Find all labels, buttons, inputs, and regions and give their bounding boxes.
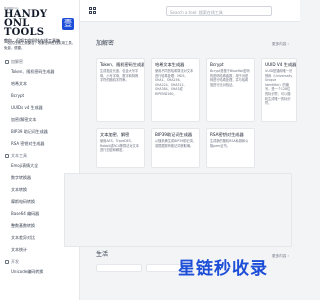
tool-card-title: RSA密钥对生成器 <box>210 132 244 137</box>
sidebar-group[interactable]: 文本工具 <box>0 152 79 160</box>
sidebar-item[interactable]: RSA 密钥对生成器 <box>0 138 79 150</box>
tool-card-title: 哈希文本生成器 <box>155 62 185 67</box>
tool-card-description: 生成新的随机RSA私钥和公钥pem证书。 <box>210 139 249 148</box>
tool-card-description: 生成指定长度、包含大写字母、小写字母、数字和特殊字符的随机字符串。 <box>100 69 139 83</box>
sidebar-item[interactable]: Bcrypt <box>0 90 79 102</box>
sidebar-item-label: Token、随机密码生成器 <box>11 69 55 74</box>
sidebar-item[interactable]: Unicode编码转换 <box>0 266 79 278</box>
sidebar-item-label: 数字转换器 <box>11 175 31 180</box>
tool-card[interactable]: BIP39助记词生成器从随机熵生成BIP39助记词，或根据现有助记词获取熵。 <box>151 128 200 168</box>
tool-card-description: 使用AES、TripleDES、Rabbit或RC4等算法对文本进行加密和解密。 <box>100 139 139 153</box>
logo[interactable]: HANDY.cn HANDY ONL TOOLS 教你，但努力你科技在线工具箱 … <box>4 6 76 43</box>
life-card[interactable] <box>96 264 142 272</box>
top-bar <box>80 0 300 22</box>
tool-card[interactable]: Bcrypt Bcrypt是基于Blowfish密码的密码哈希函数，用于对密码进行… <box>206 58 255 122</box>
tool-card-title: Token、随机密码生成器 <box>100 62 145 67</box>
tool-card[interactable]: UUID V4 生成器 UUID是通用唯一识别码（Universally Uniq… <box>261 58 297 122</box>
content-placeholder <box>64 173 292 247</box>
sidebar-item-label: 加密/解密文本 <box>11 117 37 122</box>
section-more-crypto[interactable]: 更多内容 › <box>272 42 289 47</box>
tool-card-title: UUID V4 生成器 <box>265 62 297 67</box>
sidebar-item-label: BIP39 助记词生成器 <box>11 129 48 134</box>
sidebar-item-label: 哈希文本 <box>11 81 27 86</box>
sidebar-item-label: 文本转换 <box>11 187 27 192</box>
tool-card-title: Bcrypt <box>210 62 224 67</box>
section-title-crypto: 加解密 <box>96 40 115 47</box>
tool-card-title: BIP39助记词生成器 <box>155 132 193 137</box>
sidebar-group-label: 开发 <box>11 259 19 264</box>
sidebar-item-label: Emoji表情大全 <box>11 163 39 168</box>
tool-card-description: Bcrypt是基于Blowfish密码的密码哈希函数，用于对密码进行哈希处理，并… <box>210 69 250 87</box>
sidebar-item-label: UUIDs v4 生成器 <box>11 105 43 110</box>
sidebar-item[interactable]: Emoji表情大全 <box>0 160 79 172</box>
search-box <box>166 6 273 17</box>
app-window: HANDY.cn HANDY ONL TOOLS 教你，但努力你科技在线工具箱 … <box>0 0 300 300</box>
sidebar-item[interactable]: 加密/解密文本 <box>0 114 79 126</box>
tool-card[interactable]: RSA密钥对生成器生成新的随机RSA私钥和公钥pem证书。 <box>206 128 255 168</box>
folder-icon <box>5 260 9 264</box>
sidebar-item-label: Unicode编码转换 <box>11 269 44 274</box>
tool-card-description: 使用不同的哈希算法对文本进行哈希处理：MD5、SHA1、SHA256、SHA22… <box>155 69 194 96</box>
folder-icon <box>5 154 9 158</box>
sidebar-group-label: 加解密 <box>11 59 23 64</box>
logo-badge: 壹 <box>62 18 74 30</box>
sidebar-item-label: 文本统计 <box>11 247 27 252</box>
sidebar-item[interactable]: BIP39 助记词生成器 <box>0 126 79 138</box>
sidebar-item-label: Base64 编码器 <box>11 211 40 216</box>
tool-card-description: 从随机熵生成BIP39助记词，或根据现有助记词获取熵。 <box>155 139 196 148</box>
sidebar-group-label: 文本工具 <box>11 153 27 158</box>
search-input[interactable] <box>167 7 273 17</box>
tool-card[interactable]: 哈希文本生成器使用不同的哈希算法对文本进行哈希处理：MD5、SHA1、SHA25… <box>151 58 200 122</box>
sidebar-item[interactable]: 哈希文本 <box>0 78 79 90</box>
tool-card[interactable]: Token、随机密码生成器生成指定长度、包含大写字母、小写字母、数字和特殊字符的… <box>96 58 145 122</box>
sidebar-item[interactable]: UUIDs v4 生成器 <box>0 102 79 114</box>
sidebar-item-label: Bcrypt <box>11 93 25 98</box>
tool-card-title: 文本加密、解密 <box>100 132 130 137</box>
sidebar-group[interactable]: 加解密 <box>0 58 79 66</box>
sidebar-item-label: RSA 密钥对生成器 <box>11 141 45 146</box>
menu-grid-icon[interactable] <box>89 7 97 15</box>
sidebar-item-label: 整数基数转换 <box>11 223 35 228</box>
watermark-text: 星链秒收录 <box>178 259 268 279</box>
tool-card-description: UUID是通用唯一识别码（Universally Unique Identifi… <box>265 69 293 106</box>
sidebar-item[interactable]: Token、随机密码生成器 <box>0 66 79 78</box>
section-more-life[interactable]: 更多内容 › <box>272 254 289 259</box>
site-tagline: 一站式在线工具集合，收集全网在线实用工具，免费，便捷。 <box>4 41 76 50</box>
tool-card[interactable]: 文本加密、解密使用AES、TripleDES、Rabbit或RC4等算法对文本进… <box>96 128 145 168</box>
section-title-life: 生活 <box>96 251 109 258</box>
sidebar-item-label: 文本差异对比 <box>11 235 35 240</box>
sidebar-item-label: 摩斯电码转换 <box>11 199 35 204</box>
sidebar: HANDY.cn HANDY ONL TOOLS 教你，但努力你科技在线工具箱 … <box>0 0 80 300</box>
sidebar-group[interactable]: 开发 <box>0 258 79 266</box>
folder-icon <box>5 60 9 64</box>
